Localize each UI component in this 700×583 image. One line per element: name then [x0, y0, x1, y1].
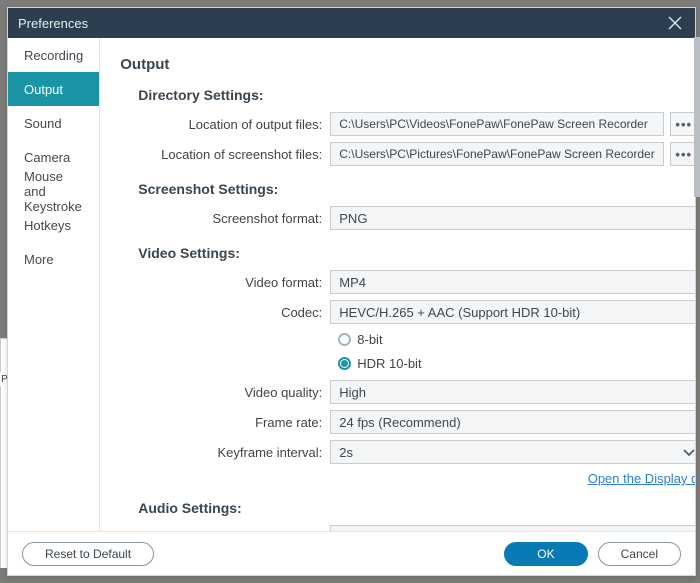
sidebar-item-label: Sound — [24, 116, 62, 131]
chevron-down-icon — [683, 445, 695, 460]
ok-button[interactable]: OK — [504, 542, 587, 566]
section-screenshot-settings: Screenshot Settings: — [138, 181, 695, 197]
label-video-codec: Codec: — [120, 305, 330, 320]
video-codec-select[interactable]: HEVC/H.265 + AAC (Support HDR 10-bit) — [330, 300, 695, 324]
audio-format-select[interactable]: MP3 — [330, 525, 695, 531]
more-icon: ••• — [675, 117, 692, 132]
section-video-settings: Video Settings: — [138, 245, 695, 261]
more-icon: ••• — [675, 147, 692, 162]
window-title: Preferences — [18, 16, 88, 31]
radio-label: 8-bit — [357, 332, 382, 347]
radio-label: HDR 10-bit — [357, 356, 421, 371]
radio-unchecked-icon — [338, 333, 351, 346]
sidebar-item-more[interactable]: More — [8, 242, 99, 276]
sidebar-item-label: More — [24, 252, 54, 267]
radio-checked-icon — [338, 357, 351, 370]
output-path-field[interactable]: C:\Users\PC\Videos\FonePaw\FonePaw Scree… — [330, 112, 663, 136]
sidebar-item-label: Recording — [24, 48, 83, 63]
sidebar-item-label: Output — [24, 82, 63, 97]
sidebar: Recording Output Sound Camera Mouse and … — [8, 38, 100, 531]
sidebar-item-label: Camera — [24, 150, 70, 165]
sidebar-item-label: Hotkeys — [24, 218, 71, 233]
label-screenshot-format: Screenshot format: — [120, 211, 330, 226]
output-path-more-button[interactable]: ••• — [670, 112, 695, 136]
screenshot-path-field[interactable]: C:\Users\PC\Pictures\FonePaw\FonePaw Scr… — [330, 142, 663, 166]
sidebar-item-recording[interactable]: Recording — [8, 38, 99, 72]
close-button[interactable] — [665, 13, 685, 33]
label-audio-format: Audio format: — [120, 530, 330, 532]
label-output-location: Location of output files: — [120, 117, 330, 132]
sidebar-item-hotkeys[interactable]: Hotkeys — [8, 208, 99, 242]
titlebar: Preferences — [8, 8, 695, 38]
sidebar-item-label: Mouse and Keystroke — [24, 169, 83, 214]
label-video-format: Video format: — [120, 275, 330, 290]
bitdepth-hdr10bit-option[interactable]: HDR 10-bit — [338, 353, 695, 373]
screenshot-format-select[interactable]: PNG — [330, 206, 695, 230]
reset-to-default-button[interactable]: Reset to Default — [22, 542, 154, 566]
main-panel: Output Directory Settings: Location of o… — [100, 38, 695, 531]
label-video-quality: Video quality: — [120, 385, 330, 400]
keyframe-interval-select[interactable]: 2s — [330, 440, 695, 464]
page-heading: Output — [120, 56, 695, 73]
label-keyframe-interval: Keyframe interval: — [120, 445, 330, 460]
preferences-dialog: Preferences Recording Output Sound Camer… — [7, 7, 696, 576]
sidebar-item-output[interactable]: Output — [8, 72, 99, 106]
sidebar-item-mouse-keystroke[interactable]: Mouse and Keystroke — [8, 174, 99, 208]
footer: Reset to Default OK Cancel — [8, 531, 695, 575]
screenshot-path-more-button[interactable]: ••• — [670, 142, 695, 166]
sidebar-item-sound[interactable]: Sound — [8, 106, 99, 140]
close-icon — [668, 16, 682, 30]
cancel-button[interactable]: Cancel — [598, 542, 681, 566]
bitdepth-8bit-option[interactable]: 8-bit — [338, 329, 695, 349]
scrollbar-thumb[interactable] — [694, 37, 700, 197]
label-screenshot-location: Location of screenshot files: — [120, 147, 330, 162]
section-directory-settings: Directory Settings: — [138, 87, 695, 103]
frame-rate-select[interactable]: 24 fps (Recommend) — [330, 410, 695, 434]
label-frame-rate: Frame rate: — [120, 415, 330, 430]
open-display-dialog-link[interactable]: Open the Display dialog — [588, 471, 695, 486]
section-audio-settings: Audio Settings: — [138, 500, 695, 516]
video-quality-select[interactable]: High — [330, 380, 695, 404]
video-format-select[interactable]: MP4 — [330, 270, 695, 294]
